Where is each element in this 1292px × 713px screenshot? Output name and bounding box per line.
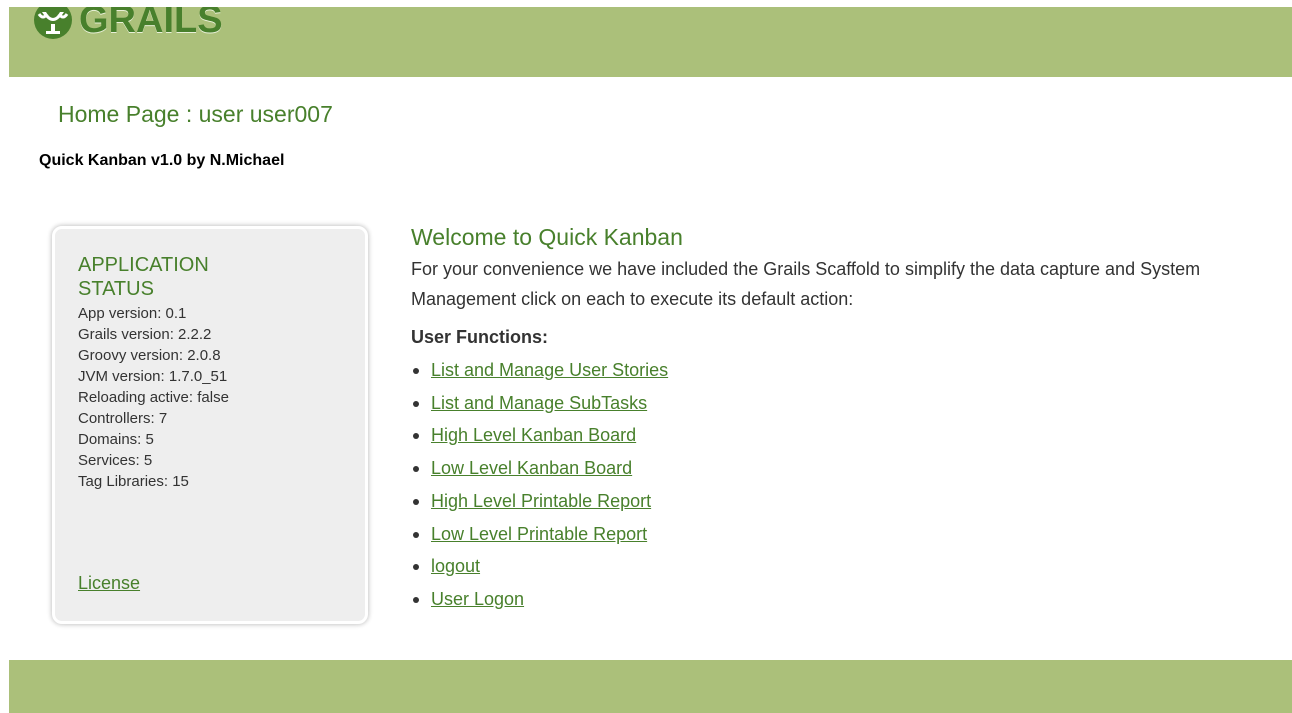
grails-logo[interactable]: GRAILS (29, 7, 223, 45)
list-item: Low Level Printable Report (411, 518, 1281, 551)
status-item-controllers: Controllers: 7 (78, 410, 168, 427)
main-content: Welcome to Quick Kanban For your conveni… (411, 222, 1281, 616)
link-low-level-report[interactable]: Low Level Printable Report (431, 524, 647, 544)
link-logout[interactable]: logout (431, 556, 480, 576)
link-user-stories[interactable]: List and Manage User Stories (431, 360, 668, 380)
link-low-level-board[interactable]: Low Level Kanban Board (431, 458, 632, 478)
intro-text: For your convenience we have included th… (411, 259, 1201, 309)
app-byline: Quick Kanban v1.0 by N.Michael (39, 152, 285, 169)
list-item: High Level Kanban Board (411, 419, 1281, 452)
link-high-level-report[interactable]: High Level Printable Report (431, 491, 651, 511)
status-item-groovy-version: Groovy version: 2.0.8 (78, 347, 221, 364)
list-item: List and Manage SubTasks (411, 387, 1281, 420)
status-item-tag-libraries: Tag Libraries: 15 (78, 473, 189, 490)
status-item-services: Services: 5 (78, 452, 153, 469)
page-title: Home Page : user user007 (58, 101, 333, 127)
user-functions-list: List and Manage User Stories List and Ma… (411, 354, 1281, 616)
status-item-grails-version: Grails version: 2.2.2 (78, 326, 212, 343)
list-item: Low Level Kanban Board (411, 452, 1281, 485)
list-item: User Logon (411, 583, 1281, 616)
status-item-app-version: App version: 0.1 (78, 305, 187, 322)
list-item: logout (411, 550, 1281, 583)
header-bar: GRAILS (9, 7, 1292, 77)
status-list: App version: 0.1 Grails version: 2.2.2 G… (78, 303, 365, 492)
link-user-logon[interactable]: User Logon (431, 589, 524, 609)
application-status-panel: APPLICATION STATUS App version: 0.1 Grai… (52, 226, 368, 624)
status-item-reloading: Reloading active: false (78, 389, 229, 406)
status-item-jvm-version: JVM version: 1.7.0_51 (78, 368, 228, 385)
welcome-heading: Welcome to Quick Kanban (411, 224, 683, 250)
link-subtasks[interactable]: List and Manage SubTasks (431, 393, 647, 413)
list-item: List and Manage User Stories (411, 354, 1281, 387)
list-item: High Level Printable Report (411, 485, 1281, 518)
grails-cup-icon (34, 7, 72, 39)
user-functions-heading: User Functions: (411, 327, 549, 347)
logo-text: GRAILS (79, 7, 223, 41)
footer-bar (9, 660, 1292, 713)
status-heading: APPLICATION STATUS (78, 254, 209, 300)
license-link[interactable]: License (78, 573, 140, 594)
status-item-domains: Domains: 5 (78, 431, 154, 448)
link-high-level-board[interactable]: High Level Kanban Board (431, 425, 636, 445)
